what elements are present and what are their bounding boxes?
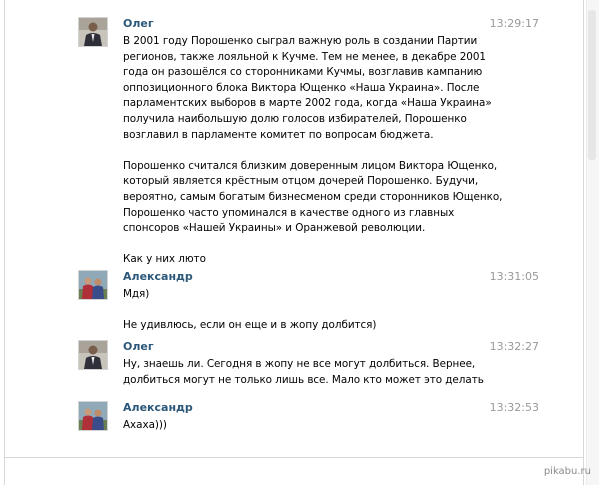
avatar[interactable] [78,270,108,300]
message-time[interactable]: 13:32:27 [490,340,539,354]
message-text-line: возглавил в парламенте комитет по вопрос… [123,128,434,141]
message-item: Александр 13:32:53 Ахаха))) [78,401,548,441]
scrollbar-thumb[interactable] [588,10,596,160]
message-text-line: Порошенко считался близким доверенным ли… [123,159,498,172]
message-text-line: спонсоров «Нашей Украины» и Оранжевой ре… [123,222,426,235]
message-text-line: который является крёстным отцом дочерей … [123,175,479,188]
message-item: Александр 13:31:05 Мдя) Не удивлюсь, есл… [78,270,548,331]
message-body: Ну, знаешь ли. Сегодня в жопу не все мог… [123,357,523,388]
message-time[interactable]: 13:29:17 [490,17,539,31]
message-item: Олег 13:32:27 Ну, знаешь ли. Сегодня в ж… [78,340,548,390]
message-body: Ахаха))) [123,418,523,434]
message-author[interactable]: Олег [123,340,154,354]
message-time[interactable]: 13:31:05 [490,270,539,284]
message-time[interactable]: 13:32:53 [490,401,539,415]
message-text-line: Мдя) [123,288,150,300]
message-text-line: вероятно, самым богатым бизнесменом сред… [123,190,503,203]
message-text-line: Ну, знаешь ли. Сегодня в жопу не все мог… [123,358,476,370]
message-text-line: Как у них люто [123,253,206,266]
feed-left-border [4,0,5,485]
message-text-line: Не удивлюсь, если он еще и в жопу долбит… [123,319,377,332]
person-photo-icon [79,271,107,299]
message-text-line: долбиться могут не только лишь все. Мало… [123,373,484,386]
message-author[interactable]: Александр [123,401,193,415]
message-text-line: года он разошёлся со сторонниками Кучмы,… [123,66,483,79]
message-body: В 2001 году Порошенко сыграл важную роль… [123,34,523,268]
message-text-line: Ахаха))) [123,419,167,431]
message-author[interactable]: Александр [123,270,193,284]
message-text-line: парламентских выборов в марте 2002 года,… [123,97,492,110]
message-text-line: Порошенко часто упоминался в качестве од… [123,206,455,219]
message-text-line: В 2001 году Порошенко сыграл важную роль… [123,35,478,47]
avatar[interactable] [78,340,108,370]
message-body: Мдя) Не удивлюсь, если он еще и в жопу д… [123,287,523,334]
person-photo-icon [79,18,107,46]
watermark: pikabu.ru [543,466,591,477]
message-text-line: получила наибольшую долю голосов избират… [123,112,467,125]
message-item: Олег 13:29:17 В 2001 году Порошенко сыгр… [78,17,548,265]
message-text-line: регионов, также лояльной к Кучме. Тем не… [123,50,486,63]
message-author[interactable]: Олег [123,17,154,31]
avatar[interactable] [78,401,108,431]
avatar[interactable] [78,17,108,47]
person-photo-icon [79,341,107,369]
message-text-line: оппозиционного блока Виктора Ющенко «Наш… [123,81,480,94]
feed-bottom-divider [4,457,584,458]
person-photo-icon [79,402,107,430]
feed-right-border [583,0,584,485]
